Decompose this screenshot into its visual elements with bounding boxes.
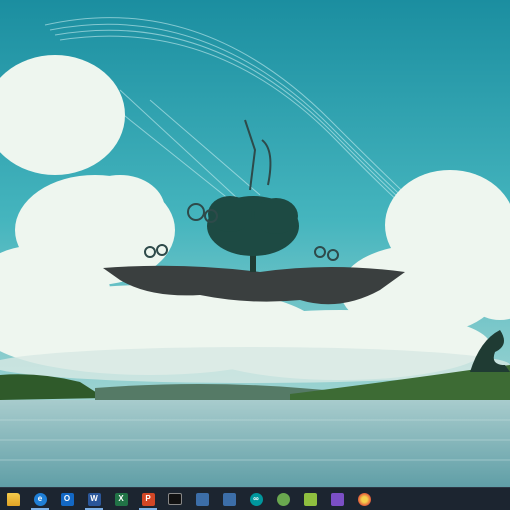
taskbar-word[interactable]: W xyxy=(81,488,107,510)
taskbar-browser[interactable] xyxy=(351,488,377,510)
desktop-wallpaper xyxy=(0,0,510,488)
taskbar-outlook[interactable]: O xyxy=(54,488,80,510)
taskbar-powerpoint[interactable]: P xyxy=(135,488,161,510)
terminal-icon xyxy=(168,493,182,505)
word-icon: W xyxy=(87,492,101,506)
folder-icon xyxy=(6,492,20,506)
taskbar-terminal[interactable] xyxy=(162,488,188,510)
taskbar-remote-desktop[interactable] xyxy=(189,488,215,510)
network-icon xyxy=(222,492,236,506)
taskbar-robot-app[interactable] xyxy=(270,488,296,510)
taskbar-notepad[interactable] xyxy=(297,488,323,510)
taskbar-arduino[interactable]: ∞ xyxy=(243,488,269,510)
notepad-icon xyxy=(303,492,317,506)
robot-icon xyxy=(276,492,290,506)
monitor-icon xyxy=(195,492,209,506)
powerpoint-icon: P xyxy=(141,492,155,506)
taskbar: e O W X P ∞ xyxy=(0,487,510,510)
outlook-icon: O xyxy=(60,492,74,506)
desktop[interactable] xyxy=(0,0,510,488)
taskbar-network-app[interactable] xyxy=(216,488,242,510)
arduino-icon: ∞ xyxy=(249,492,263,506)
edge-icon: e xyxy=(33,492,47,506)
taskbar-excel[interactable]: X xyxy=(108,488,134,510)
taskbar-visual-studio[interactable] xyxy=(324,488,350,510)
taskbar-edge[interactable]: e xyxy=(27,488,53,510)
excel-icon: X xyxy=(114,492,128,506)
visual-studio-icon xyxy=(330,492,344,506)
taskbar-file-explorer[interactable] xyxy=(0,488,26,510)
browser-icon xyxy=(357,492,371,506)
